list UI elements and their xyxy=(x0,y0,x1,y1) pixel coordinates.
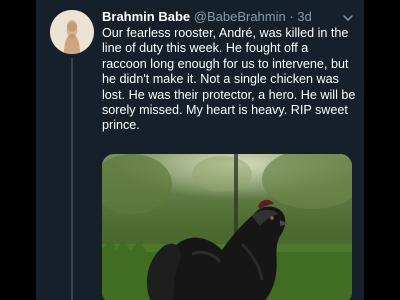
tweet-text: Our fearless rooster, André, was killed … xyxy=(102,26,356,133)
avatar[interactable] xyxy=(50,10,94,54)
user-handle[interactable]: @BabeBrahmin xyxy=(194,9,286,24)
avatar-image xyxy=(50,10,94,54)
rooster-photo xyxy=(102,154,352,300)
timestamp[interactable]: 3d xyxy=(297,9,311,24)
tweet-card[interactable]: Brahmin Babe @BabeBrahmin · 3d Our fearl… xyxy=(36,0,364,300)
tweet-photo[interactable] xyxy=(102,154,352,300)
separator-dot: · xyxy=(289,9,294,24)
display-name[interactable]: Brahmin Babe xyxy=(102,9,190,24)
thread-line xyxy=(71,58,73,300)
screenshot-frame: Brahmin Babe @BabeBrahmin · 3d Our fearl… xyxy=(0,0,400,300)
chevron-down-icon[interactable] xyxy=(342,12,354,24)
tweet-header: Brahmin Babe @BabeBrahmin · 3d xyxy=(102,8,352,26)
